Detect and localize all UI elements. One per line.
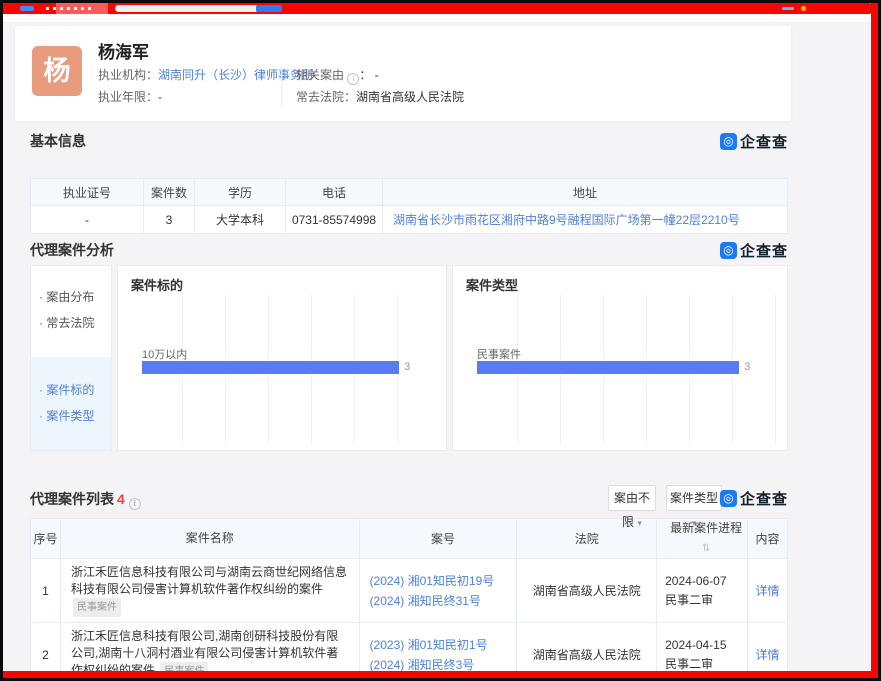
chevron-down-icon: ▾	[637, 518, 642, 528]
case-no-link[interactable]: (2023) 湘01知民初1号	[370, 635, 517, 655]
qcc-logo-text: 企查查	[740, 488, 788, 509]
browser-topbar	[3, 3, 874, 14]
case-list-section: 代理案件列表4 i 案由不限 ▾ 案件类型 ▾ ◎ 企查查 序号 案件名称 案号…	[30, 485, 788, 671]
case-count-badge: 4	[117, 491, 125, 507]
table-header-row: 序号 案件名称 案号 法院 最新案件进程 ⇅ 内容	[31, 519, 788, 559]
qcc-logo-icon: ◎	[720, 490, 737, 507]
filter-cause-dropdown[interactable]: 案由不限 ▾	[608, 485, 656, 511]
window-frame-bottom	[3, 671, 878, 678]
info-icon[interactable]: i	[347, 73, 359, 85]
bar-category-label: 10万以内	[142, 346, 187, 362]
col-address: 地址	[383, 179, 788, 206]
topbar-favorite-icon[interactable]	[801, 6, 806, 11]
years-value: -	[158, 90, 162, 104]
org-link[interactable]: 湖南同升（长沙）律师事务所	[158, 68, 314, 82]
col-license: 执业证号	[31, 179, 144, 206]
case-type-badge: 民事案件	[73, 598, 121, 617]
nav-item-cause-dist[interactable]: · 案由分布	[39, 288, 94, 305]
col-content: 内容	[748, 519, 788, 559]
qcc-brand: ◎ 企查查	[720, 488, 788, 509]
col-index: 序号	[31, 519, 61, 559]
chevron-down-icon: ▾	[692, 518, 697, 528]
qcc-brand: ◎ 企查查	[720, 131, 788, 152]
sort-icon: ⇅	[702, 543, 710, 554]
topbar-tab[interactable]	[56, 3, 108, 14]
profile-card: 杨 杨海军 执业机构：湖南同升（长沙）律师事务所 执业年限：- 相关案由 i： …	[14, 25, 792, 122]
case-list-title: 代理案件列表4 i	[30, 489, 141, 510]
basic-info-section: 基本信息 ◎ 企查查 执业证号 案件数 学历 电话 地址 - 3 大学本科 07…	[30, 131, 788, 226]
bar-category-label: 民事案件	[477, 346, 521, 362]
col-progress[interactable]: 最新案件进程 ⇅	[657, 519, 748, 559]
bar-value-label: 3	[744, 361, 750, 374]
basic-info-title: 基本信息	[30, 131, 788, 151]
years-label: 执业年限：	[98, 90, 158, 104]
case-list-table: 序号 案件名称 案号 法院 最新案件进程 ⇅ 内容 1 浙江禾匠信息科技有限公司…	[30, 518, 788, 681]
court-label: 常去法院：	[296, 90, 356, 104]
detail-link[interactable]: 详情	[756, 648, 780, 662]
table-header-row: 执业证号 案件数 学历 电话 地址	[31, 179, 788, 206]
browser-logo-icon	[20, 6, 34, 11]
detail-link[interactable]: 详情	[756, 584, 780, 598]
filter-type-dropdown[interactable]: 案件类型 ▾	[666, 485, 722, 511]
license-value: -	[31, 206, 144, 234]
window-frame-right	[871, 3, 878, 678]
nav-item-case-amount[interactable]: · 案件标的	[39, 381, 94, 398]
table-row: - 3 大学本科 0731-85574998 湖南省长沙市雨花区湘府中路9号融程…	[31, 206, 788, 234]
case-count-value: 3	[144, 206, 195, 234]
bar[interactable]	[477, 361, 739, 374]
org-label: 执业机构：	[98, 68, 158, 82]
case-analysis-title: 代理案件分析	[30, 240, 788, 260]
analysis-nav-active-area	[31, 357, 111, 450]
basic-info-table: 执业证号 案件数 学历 电话 地址 - 3 大学本科 0731-85574998…	[30, 178, 788, 234]
bar[interactable]	[142, 361, 399, 374]
qcc-logo-icon: ◎	[720, 242, 737, 259]
chart-title: 案件标的	[131, 275, 183, 294]
education-value: 大学本科	[195, 206, 286, 234]
cause-label: 相关案由	[296, 68, 344, 82]
address-link[interactable]: 湖南省长沙市雨花区湘府中路9号融程国际广场第一幢22层2210号	[393, 213, 740, 227]
address-bar[interactable]	[115, 5, 259, 12]
avatar: 杨	[32, 46, 82, 96]
court-name: 湖南省高级人民法院	[517, 559, 657, 623]
topbar-search-button[interactable]	[256, 5, 282, 12]
phone-value: 0731-85574998	[286, 206, 383, 234]
qcc-brand: ◎ 企查查	[720, 240, 788, 261]
chart-title: 案件类型	[466, 275, 518, 294]
qcc-logo-icon: ◎	[720, 133, 737, 150]
lawyer-profile-page: 杨 杨海军 执业机构：湖南同升（长沙）律师事务所 执业年限：- 相关案由 i： …	[3, 23, 871, 671]
col-case-count: 案件数	[144, 179, 195, 206]
info-icon[interactable]: i	[129, 498, 141, 510]
bookmark-bar	[3, 14, 878, 23]
col-education: 学历	[195, 179, 286, 206]
analysis-nav: · 案由分布 · 常去法院 · 案件标的 · 案件类型	[30, 265, 112, 451]
qcc-logo-text: 企查查	[740, 240, 788, 261]
case-no-link[interactable]: (2024) 湘知民终31号	[370, 591, 517, 611]
col-case-name: 案件名称	[60, 519, 359, 559]
progress-date: 2024-06-07	[665, 572, 747, 591]
progress-date: 2024-04-15	[665, 636, 747, 655]
nav-item-case-type[interactable]: · 案件类型	[39, 407, 94, 424]
court-value: 湖南省高级人民法院	[356, 90, 464, 104]
cause-value: ： -	[359, 68, 378, 82]
chart-case-amount: 案件标的 10万以内 3	[117, 265, 447, 451]
qcc-logo-text: 企查查	[740, 131, 788, 152]
col-phone: 电话	[286, 179, 383, 206]
case-name: 浙江禾匠信息科技有限公司与湖南云商世纪网络信息科技有限公司侵害计算机软件著作权纠…	[71, 565, 347, 596]
col-case-no: 案号	[359, 519, 517, 559]
divider	[281, 66, 282, 108]
table-row: 1 浙江禾匠信息科技有限公司与湖南云商世纪网络信息科技有限公司侵害计算机软件著作…	[31, 559, 788, 623]
progress-stage: 民事二审	[665, 591, 747, 610]
page-title: 杨海军	[98, 38, 149, 63]
chart-plot-area: 10万以内 3	[140, 294, 440, 444]
topbar-extension-icon[interactable]	[782, 7, 794, 10]
browser-window: 杨 杨海军 执业机构：湖南同升（长沙）律师事务所 执业年限：- 相关案由 i： …	[0, 0, 881, 681]
chart-case-type: 案件类型 民事案件 3	[452, 265, 788, 451]
row-index: 1	[31, 559, 61, 623]
bar-value-label: 3	[404, 361, 410, 374]
case-no-link[interactable]: (2024) 湘01知民初19号	[370, 571, 517, 591]
nav-item-courts[interactable]: · 常去法院	[39, 314, 94, 331]
case-analysis-section: 代理案件分析 ◎ 企查查 · 案由分布 · 常去法院 · 案件标的 · 案件类型…	[30, 240, 788, 454]
chart-plot-area: 民事案件 3	[475, 294, 781, 444]
